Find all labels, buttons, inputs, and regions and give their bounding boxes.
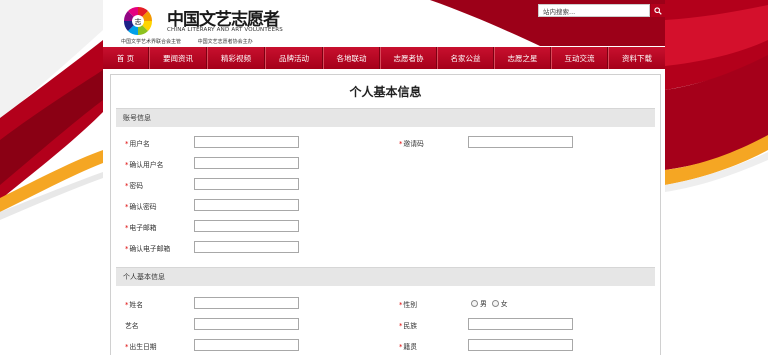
nav-item-association[interactable]: 志愿者协 (380, 47, 437, 69)
logo-icon: 志 (123, 6, 153, 36)
birth-date-input[interactable] (194, 339, 299, 351)
main-nav: 首 页 要闻资讯 精彩视频 品牌活动 各地联动 志愿者协 名家公益 志愿之星 互… (103, 47, 665, 69)
nav-item-stars[interactable]: 志愿之星 (494, 47, 551, 69)
field-label: *民族 (399, 322, 417, 330)
field-label: *确认电子邮箱 (125, 245, 171, 253)
search-icon (654, 6, 662, 15)
radio-male[interactable] (471, 299, 478, 307)
nav-item-regions[interactable]: 各地联动 (323, 47, 380, 69)
nav-item-charity[interactable]: 名家公益 (437, 47, 494, 69)
registration-form: 个人基本信息 账号信息 *用户名 *确认用户名 *密码 *确认密码 *电子邮箱 … (110, 74, 661, 355)
radio-label: 男 (480, 300, 487, 308)
section-header-account: 账号信息 (116, 108, 655, 127)
confirm-password-input[interactable] (194, 199, 299, 211)
field-label: *出生日期 (125, 343, 157, 351)
field-label: *确认用户名 (125, 161, 164, 169)
confirm-email-input[interactable] (194, 241, 299, 253)
ethnicity-input[interactable] (468, 318, 573, 330)
nav-item-videos[interactable]: 精彩视频 (207, 47, 265, 69)
search-input[interactable]: 站内搜索... (538, 4, 650, 17)
search-button[interactable] (651, 4, 665, 17)
email-input[interactable] (194, 220, 299, 232)
hometown-input[interactable] (468, 339, 573, 351)
name-input[interactable] (194, 297, 299, 309)
search-placeholder: 站内搜索... (543, 7, 576, 16)
section-header-personal: 个人基本信息 (116, 267, 655, 286)
page-title: 个人基本信息 (349, 85, 422, 99)
confirm-username-input[interactable] (194, 157, 299, 169)
nav-item-home[interactable]: 首 页 (103, 47, 149, 69)
username-input[interactable] (194, 136, 299, 148)
svg-text:志: 志 (135, 17, 142, 26)
stage-name-input[interactable] (194, 318, 299, 330)
logo-subtitle: CHINA LITERARY AND ART VOLUNTEERS (167, 27, 283, 33)
field-label: *确认密码 (125, 203, 157, 211)
field-label: *密码 (125, 182, 143, 190)
nav-item-downloads[interactable]: 资料下载 (608, 47, 665, 69)
field-label: *籍贯 (399, 343, 417, 351)
field-label: 艺名 (125, 322, 139, 330)
field-label: *邀请码 (399, 140, 424, 148)
field-label: *电子邮箱 (125, 224, 157, 232)
field-label: *用户名 (125, 140, 150, 148)
nav-item-news[interactable]: 要闻资讯 (149, 47, 207, 69)
nav-item-interaction[interactable]: 互动交流 (551, 47, 608, 69)
radio-female[interactable] (491, 299, 499, 307)
field-label: *姓名 (125, 301, 143, 309)
field-label: *性别 (399, 301, 417, 309)
gender-radio-group: 男 女 (471, 298, 513, 308)
hosted-by: 中国文学艺术界联合会主管 中国文艺志愿者协会主办 (121, 38, 268, 45)
hosted-by-line: 中国文学艺术界联合会主管 (121, 39, 182, 45)
nav-item-activities[interactable]: 品牌活动 (265, 47, 323, 69)
password-input[interactable] (194, 178, 299, 190)
hosted-by-line: 中国文艺志愿者协会主办 (197, 39, 253, 45)
radio-label: 女 (500, 300, 508, 308)
invite-code-input[interactable] (468, 136, 573, 148)
